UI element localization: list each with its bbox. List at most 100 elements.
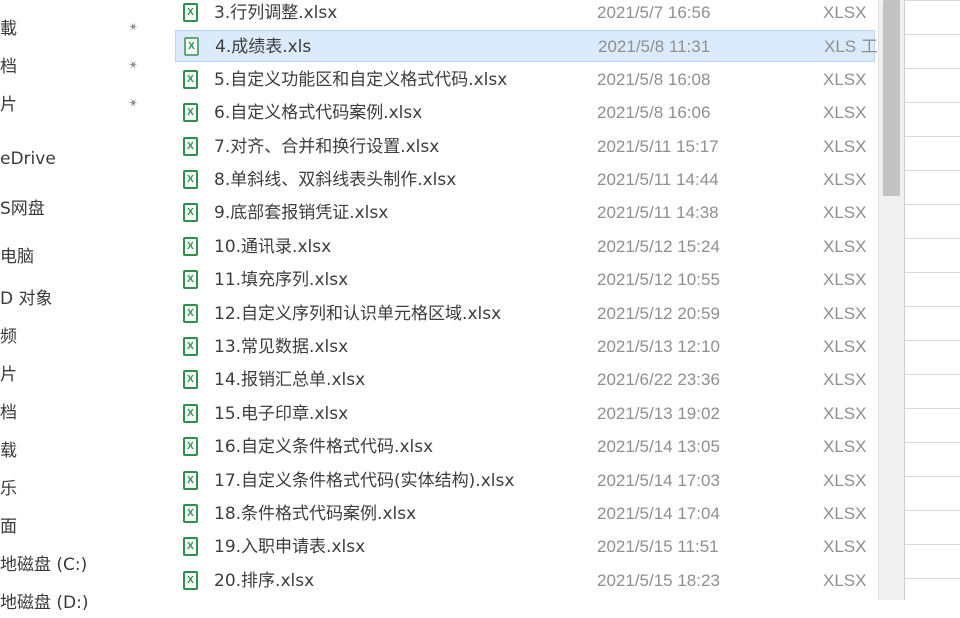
nav-item-label: 档: [0, 57, 17, 77]
file-row[interactable]: X 3.行列调整.xlsx 2021/5/7 16:56 XLSX: [175, 0, 875, 29]
file-row[interactable]: X 19.入职申请表.xlsx 2021/5/15 11:51 XLSX: [175, 531, 875, 563]
file-type: XLSX: [823, 270, 867, 290]
file-row[interactable]: X 14.报销汇总单.xlsx 2021/6/22 23:36 XLSX: [175, 364, 875, 396]
pin-icon: ✶: [124, 94, 142, 112]
file-type: XLSX: [823, 403, 867, 423]
excel-file-icon: X: [183, 537, 198, 557]
navigation-pane: 載 ✶ 档 ✶ 片 ✶ eDrive S网盘 电脑 D 对象频片档载乐面地磁盘 (C:) 地磁盘 (…: [0, 0, 165, 613]
nav-item[interactable]: 频: [0, 322, 17, 352]
file-row[interactable]: X 11.填充序列.xlsx 2021/5/12 10:55 XLSX: [175, 264, 875, 296]
pin-icon: ✶: [124, 56, 142, 74]
file-row[interactable]: X 4.成绩表.xls 2021/5/8 11:31 XLS 工: [175, 30, 877, 63]
file-type: XLSX: [823, 3, 867, 22]
excel-file-icon: X: [183, 437, 198, 457]
file-name: 18.条件格式代码案例.xlsx: [214, 504, 417, 524]
nav-item[interactable]: 地磁盘 (C:): [0, 550, 87, 580]
nav-item[interactable]: 地磁盘 (D:): [0, 588, 89, 618]
excel-file-icon: X: [183, 236, 198, 256]
excel-file-icon: X: [183, 170, 198, 189]
excel-file-icon: X: [183, 203, 198, 223]
excel-file-icon: X: [184, 37, 199, 57]
excel-file-icon: X: [183, 504, 198, 523]
file-date-modified: 2021/5/14 17:03: [597, 470, 720, 490]
nav-item-label: 片: [0, 95, 17, 115]
file-date-modified: 2021/5/12 10:55: [597, 270, 720, 290]
file-name: 16.自定义条件格式代码.xlsx: [214, 437, 434, 458]
excel-file-icon: X: [183, 136, 198, 156]
file-date-modified: 2021/5/8 16:08: [597, 69, 711, 89]
file-row[interactable]: X 20.排序.xlsx 2021/5/15 18:23 XLSX: [175, 565, 875, 597]
file-row[interactable]: X 15.电子印章.xlsx 2021/5/13 19:02 XLSX: [175, 398, 875, 430]
nav-item[interactable]: 档: [0, 398, 17, 428]
file-type: XLS 工: [824, 37, 877, 57]
file-row[interactable]: X 13.常见数据.xlsx 2021/5/13 12:10 XLSX: [175, 331, 875, 363]
nav-item[interactable]: 档: [0, 52, 17, 82]
file-date-modified: 2021/5/11 15:17: [597, 136, 719, 156]
nav-item[interactable]: 片: [0, 360, 17, 390]
nav-item-label: 面: [0, 517, 17, 537]
file-row[interactable]: X 7.对齐、合并和换行设置.xlsx 2021/5/11 15:17 XLSX: [175, 131, 875, 163]
file-name: 19.入职申请表.xlsx: [214, 537, 366, 558]
file-name: 13.常见数据.xlsx: [214, 337, 349, 357]
file-date-modified: 2021/5/15 11:51: [597, 537, 719, 557]
nav-item[interactable]: eDrive: [0, 144, 56, 174]
file-name: 14.报销汇总单.xlsx: [214, 370, 366, 391]
excel-file-icon: X: [183, 470, 198, 490]
excel-file-icon: X: [183, 303, 198, 323]
excel-file-icon: X: [183, 570, 198, 590]
nav-item-label: 乐: [0, 479, 17, 499]
file-date-modified: 2021/5/14 13:05: [597, 437, 720, 457]
file-list: X 3.行列调整.xlsx 2021/5/7 16:56 XLSX X 4.成绩表.xls…: [165, 0, 877, 600]
file-type: XLSX: [823, 570, 867, 590]
file-row[interactable]: X 18.条件格式代码案例.xlsx 2021/5/14 17:04 XLSX: [175, 498, 875, 530]
file-type: XLSX: [823, 103, 867, 123]
excel-file-icon: X: [183, 403, 198, 423]
file-name: 3.行列调整.xlsx: [214, 3, 338, 23]
excel-file-icon: X: [183, 103, 198, 123]
file-date-modified: 2021/5/15 18:23: [597, 570, 720, 590]
nav-item[interactable]: 載: [0, 14, 17, 44]
file-name: 9.底部套报销凭证.xlsx: [214, 203, 389, 224]
nav-item[interactable]: D 对象: [0, 284, 53, 314]
file-type: XLSX: [823, 69, 867, 89]
file-date-modified: 2021/5/7 16:56: [597, 3, 711, 22]
file-type: XLSX: [823, 504, 867, 523]
file-date-modified: 2021/5/8 11:31: [598, 37, 711, 57]
vertical-scrollbar[interactable]: [878, 0, 904, 600]
file-type: XLSX: [823, 437, 867, 457]
file-row[interactable]: X 16.自定义条件格式代码.xlsx 2021/5/14 13:05 XLSX: [175, 431, 875, 463]
file-type: XLSX: [823, 203, 867, 223]
excel-file-icon: X: [183, 270, 198, 290]
nav-item[interactable]: 面: [0, 512, 17, 542]
file-row[interactable]: X 8.单斜线、双斜线表头制作.xlsx 2021/5/11 14:44 XLSX: [175, 164, 875, 196]
file-name: 7.对齐、合并和换行设置.xlsx: [214, 136, 440, 157]
file-row[interactable]: X 6.自定义格式代码案例.xlsx 2021/5/8 16:06 XLSX: [175, 97, 875, 129]
nav-item[interactable]: 乐: [0, 474, 17, 504]
file-date-modified: 2021/5/13 12:10: [597, 337, 720, 356]
nav-item-label: D 对象: [0, 289, 53, 309]
file-name: 12.自定义序列和认识单元格区域.xlsx: [214, 303, 502, 324]
file-name: 5.自定义功能区和自定义格式代码.xlsx: [214, 69, 508, 90]
file-row[interactable]: X 5.自定义功能区和自定义格式代码.xlsx 2021/5/8 16:08 XLSX: [175, 64, 875, 96]
nav-item-label: 片: [0, 365, 17, 385]
file-date-modified: 2021/5/14 17:04: [597, 504, 720, 523]
file-type: XLSX: [823, 370, 867, 390]
nav-item-label: S网盘: [0, 199, 45, 219]
file-row[interactable]: X 17.自定义条件格式代码(实体结构).xlsx 2021/5/14 17:03 X…: [175, 465, 875, 497]
file-date-modified: 2021/5/8 16:06: [597, 103, 711, 123]
file-date-modified: 2021/5/11 14:38: [597, 203, 719, 223]
scrollbar-thumb[interactable]: [883, 0, 900, 196]
file-row[interactable]: X 9.底部套报销凭证.xlsx 2021/5/11 14:38 XLSX: [175, 197, 875, 229]
file-date-modified: 2021/6/22 23:36: [597, 370, 720, 390]
nav-item[interactable]: S网盘: [0, 194, 45, 224]
nav-item-label: 档: [0, 403, 17, 423]
file-row[interactable]: X 12.自定义序列和认识单元格区域.xlsx 2021/5/12 20:59 XLS…: [175, 298, 875, 330]
file-name: 6.自定义格式代码案例.xlsx: [214, 103, 423, 124]
file-row[interactable]: X 10.通讯录.xlsx 2021/5/12 15:24 XLSX: [175, 231, 875, 263]
file-type: XLSX: [823, 337, 867, 356]
file-date-modified: 2021/5/13 19:02: [597, 403, 720, 423]
file-name: 8.单斜线、双斜线表头制作.xlsx: [214, 170, 457, 190]
nav-item[interactable]: 片: [0, 90, 17, 120]
nav-item[interactable]: 载: [0, 436, 17, 466]
nav-item[interactable]: 电脑: [0, 242, 34, 272]
